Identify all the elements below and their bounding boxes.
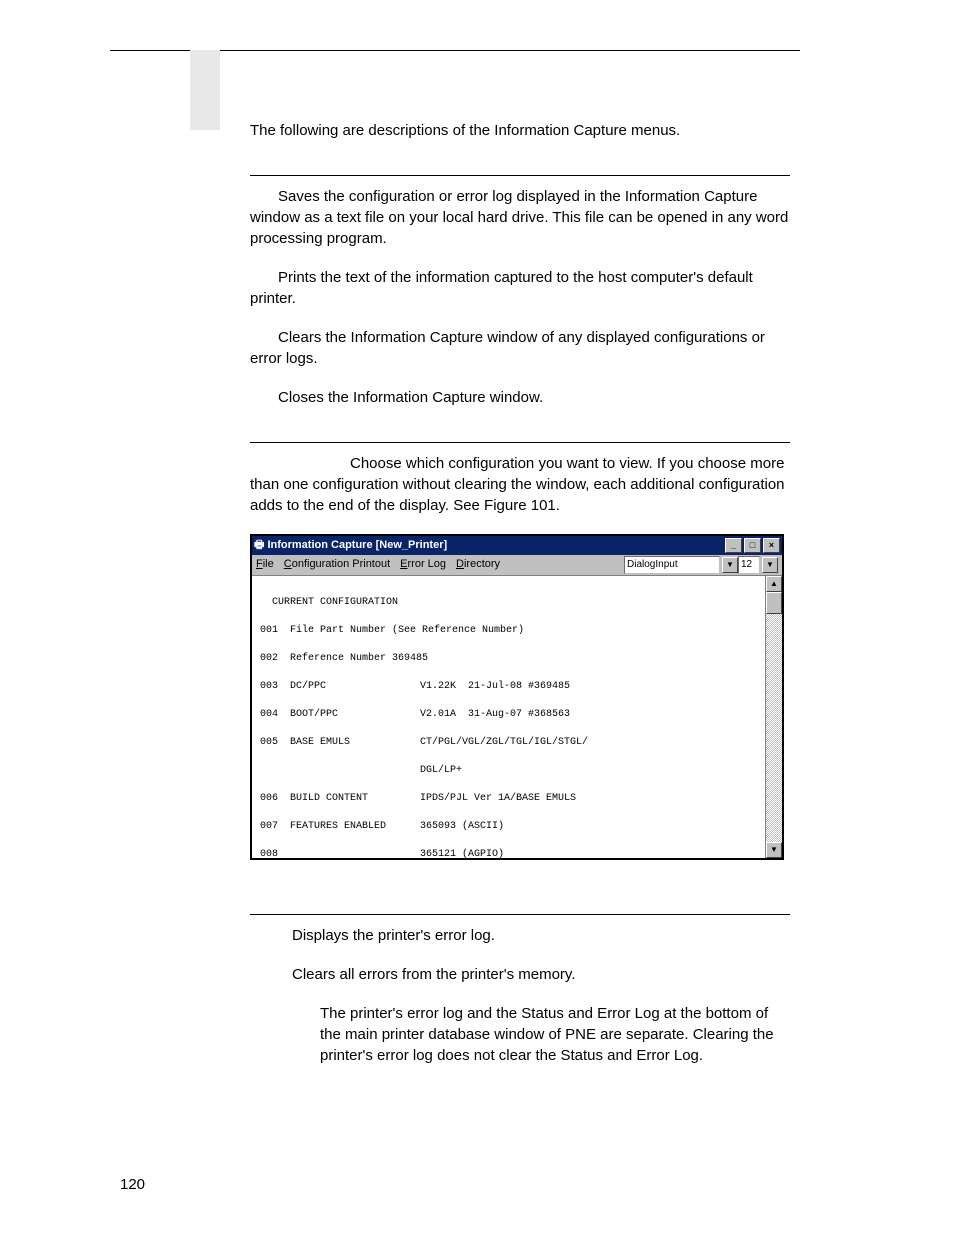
vertical-scrollbar[interactable]: ▲ ▼ bbox=[765, 576, 782, 858]
printer-icon: 🖶 bbox=[254, 538, 267, 553]
minimize-icon[interactable]: _ bbox=[725, 538, 742, 553]
font-select[interactable]: DialogInput bbox=[624, 556, 720, 574]
chevron-down-icon[interactable]: ▼ bbox=[762, 557, 778, 573]
section-divider-config bbox=[250, 442, 790, 443]
maximize-icon[interactable]: □ bbox=[744, 538, 761, 553]
information-capture-window: 🖶 Information Capture [New_Printer] _ □ … bbox=[250, 534, 784, 860]
section-divider-file bbox=[250, 175, 790, 176]
fontsize-select[interactable]: 12 bbox=[738, 556, 760, 574]
errorlog-clear: Clears all errors from the printer's mem… bbox=[250, 964, 790, 985]
scroll-thumb[interactable] bbox=[766, 592, 782, 614]
capture-content: CURRENT CONFIGURATION 001File Part Numbe… bbox=[252, 576, 765, 858]
menu-file[interactable]: File bbox=[256, 557, 274, 572]
chapter-tab bbox=[190, 50, 220, 130]
file-saveas: Saves the configuration or error log dis… bbox=[250, 186, 790, 249]
file-close: Closes the Information Capture window. bbox=[250, 387, 790, 408]
config-para: Choose which configuration you want to v… bbox=[250, 453, 790, 516]
window-title: Information Capture [New_Printer] bbox=[267, 538, 447, 553]
menu-config-printout[interactable]: Configuration Printout bbox=[284, 557, 390, 572]
chevron-down-icon[interactable]: ▼ bbox=[722, 557, 738, 573]
errorlog-note: The printer's error log and the Status a… bbox=[250, 1003, 790, 1066]
section-divider-errlog bbox=[250, 914, 790, 915]
menu-directory[interactable]: Directory bbox=[456, 557, 500, 572]
window-titlebar[interactable]: 🖶 Information Capture [New_Printer] _ □ … bbox=[252, 536, 782, 555]
menu-error-log[interactable]: Error Log bbox=[400, 557, 446, 572]
body-text: The following are descriptions of the In… bbox=[250, 120, 790, 1066]
file-clear: Clears the Information Capture window of… bbox=[250, 327, 790, 369]
scroll-up-icon[interactable]: ▲ bbox=[766, 576, 782, 592]
intro-para: The following are descriptions of the In… bbox=[250, 120, 790, 141]
page-number: 120 bbox=[120, 1174, 145, 1195]
errorlog-allerrors: Displays the printer's error log. bbox=[250, 925, 790, 946]
scroll-down-icon[interactable]: ▼ bbox=[766, 842, 782, 858]
menubar: File Configuration Printout Error Log Di… bbox=[252, 555, 782, 576]
close-icon[interactable]: × bbox=[763, 538, 780, 553]
file-print: Prints the text of the information captu… bbox=[250, 267, 790, 309]
